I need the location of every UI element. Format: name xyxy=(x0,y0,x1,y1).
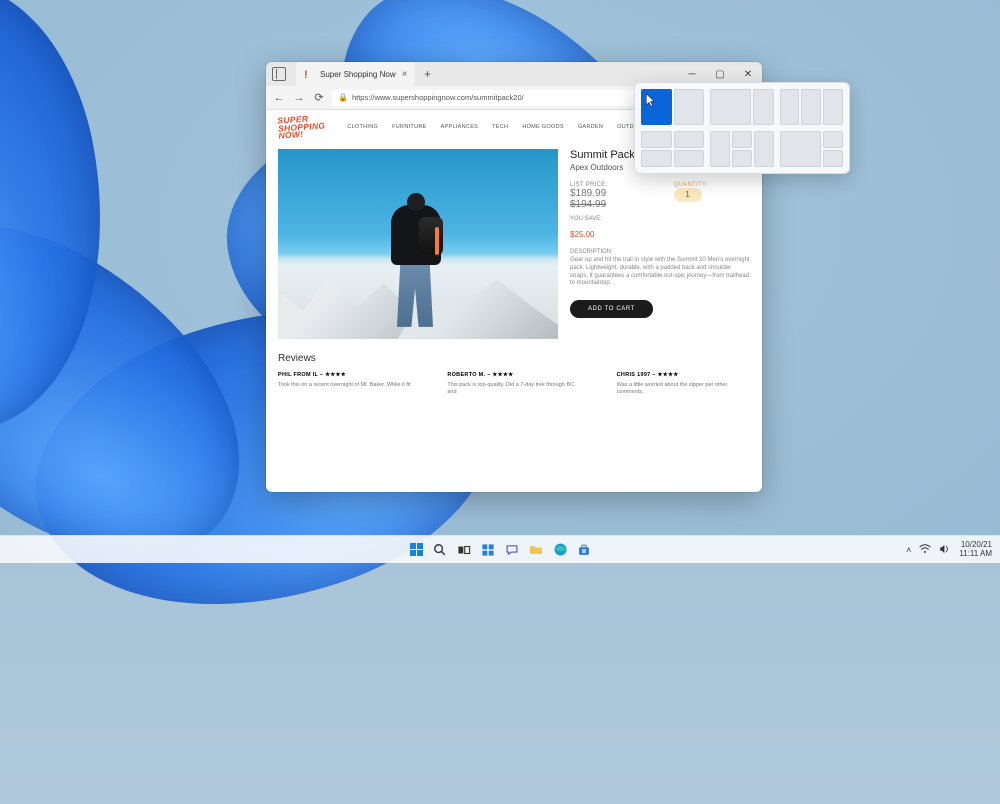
snap-region[interactable] xyxy=(801,89,821,125)
snap-region[interactable] xyxy=(780,89,800,125)
search-button[interactable] xyxy=(432,542,448,558)
snap-region[interactable] xyxy=(732,150,752,167)
site-nav: CLOTHING FURNITURE APPLIANCES TECH HOME … xyxy=(347,124,647,130)
you-save-value: $25.00 xyxy=(570,230,750,239)
chat-button[interactable] xyxy=(504,542,520,558)
nav-item[interactable]: GARDEN xyxy=(578,124,603,130)
tray-overflow-button[interactable]: ˄ xyxy=(906,545,911,555)
forward-button[interactable]: → xyxy=(292,92,306,104)
snap-region[interactable] xyxy=(674,150,705,167)
snap-region[interactable] xyxy=(710,131,730,167)
search-icon xyxy=(433,543,447,557)
snap-region[interactable] xyxy=(823,150,843,167)
new-tab-button[interactable]: + xyxy=(417,67,437,81)
volume-icon[interactable] xyxy=(939,544,951,556)
widgets-button[interactable] xyxy=(480,542,496,558)
start-button[interactable] xyxy=(408,542,424,558)
snap-layout-wide-narrow[interactable] xyxy=(710,89,773,125)
nav-item[interactable]: TECH xyxy=(492,124,508,130)
review-item: ROBERTO M. – ★★★★ This pack is top-quali… xyxy=(447,372,580,396)
tab-title: Super Shopping Now xyxy=(320,70,396,79)
snap-layout-3col[interactable] xyxy=(780,89,843,125)
compare-price: $194.99 xyxy=(570,199,650,210)
taskbar-time: 11:11 AM xyxy=(959,550,992,559)
store-button[interactable] xyxy=(576,542,592,558)
nav-item[interactable]: CLOTHING xyxy=(347,124,378,130)
snap-region[interactable] xyxy=(674,89,705,125)
refresh-button[interactable]: ⟳ xyxy=(312,91,326,104)
product-details: Summit Pack 20 – Men's Apex Outdoors LIS… xyxy=(570,149,750,339)
task-view-icon xyxy=(457,543,471,557)
snap-region[interactable] xyxy=(641,150,672,167)
list-price: $189.99 xyxy=(570,188,650,199)
url-text: https://www.supershoppingnow.com/summitp… xyxy=(352,93,524,102)
snap-layout-quad[interactable] xyxy=(641,131,704,167)
description-label: DESCRIPTION: xyxy=(570,249,750,255)
snap-region[interactable] xyxy=(641,89,672,125)
edge-icon xyxy=(553,542,568,557)
snap-region[interactable] xyxy=(753,89,773,125)
reviews-section: Reviews PHIL FROM IL – ★★★★ Took this on… xyxy=(278,353,750,396)
tab-close-button[interactable]: × xyxy=(402,69,408,80)
product-image xyxy=(278,149,558,339)
snap-region[interactable] xyxy=(754,131,774,167)
nav-item[interactable]: APPLIANCES xyxy=(441,124,479,130)
widgets-icon xyxy=(481,543,495,557)
snap-layout-2col[interactable] xyxy=(641,89,704,125)
folder-icon xyxy=(529,543,543,557)
task-view-button[interactable] xyxy=(456,542,472,558)
snap-layout-wide-stack[interactable] xyxy=(780,131,843,167)
snap-layouts-flyout xyxy=(634,82,850,174)
back-button[interactable]: ← xyxy=(272,92,286,104)
quantity-selector[interactable]: 1 xyxy=(674,188,702,202)
review-item: PHIL FROM IL – ★★★★ Took this on a recen… xyxy=(278,372,411,396)
wifi-icon[interactable] xyxy=(919,544,931,556)
nav-item[interactable]: HOME GOODS xyxy=(522,124,564,130)
chat-icon xyxy=(505,543,519,557)
store-icon xyxy=(577,543,591,557)
snap-region[interactable] xyxy=(823,131,843,148)
taskbar: ˄ 10/20/21 11:11 AM xyxy=(0,535,1000,563)
you-save-label: YOU SAVE: xyxy=(570,216,750,222)
nav-item[interactable]: FURNITURE xyxy=(392,124,426,130)
edge-button[interactable] xyxy=(552,542,568,558)
add-to-cart-button[interactable]: ADD TO CART xyxy=(570,300,653,318)
quantity-value: 1 xyxy=(685,190,689,199)
snap-region[interactable] xyxy=(710,89,751,125)
snap-layout-3-2[interactable] xyxy=(710,131,773,167)
browser-tab[interactable]: ! Super Shopping Now × xyxy=(296,62,415,86)
tab-actions-button[interactable] xyxy=(266,67,292,81)
quantity-label: QUANTITY: xyxy=(674,182,750,188)
taskbar-clock[interactable]: 10/20/21 11:11 AM xyxy=(959,541,992,559)
windows-logo-icon xyxy=(410,543,423,556)
reviews-header: Reviews xyxy=(278,353,750,364)
cursor-icon xyxy=(646,94,656,108)
snap-region[interactable] xyxy=(641,131,672,148)
snap-region[interactable] xyxy=(823,89,843,125)
snap-region[interactable] xyxy=(732,131,752,148)
tab-favicon: ! xyxy=(304,69,314,79)
review-item: CHRIS 1997 – ★★★★ Was a little worried a… xyxy=(617,372,750,396)
product-description: Gear up and hit the trail in style with … xyxy=(570,257,750,288)
file-explorer-button[interactable] xyxy=(528,542,544,558)
lock-icon: 🔒 xyxy=(338,93,348,102)
site-logo[interactable]: SUPER SHOPPING NOW! xyxy=(277,114,326,140)
tab-actions-icon xyxy=(272,67,286,81)
snap-region[interactable] xyxy=(780,131,822,167)
snap-region[interactable] xyxy=(674,131,705,148)
